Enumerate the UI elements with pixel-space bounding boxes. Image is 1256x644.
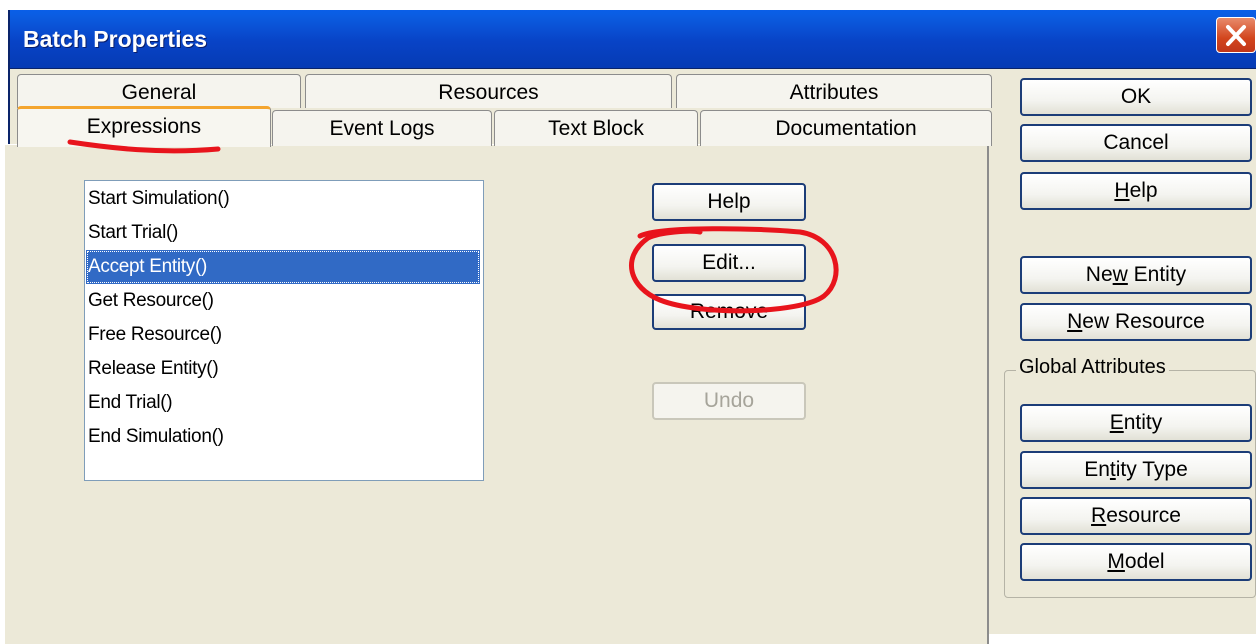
new-resource-button[interactable]: New Resource <box>1020 303 1252 341</box>
help-button[interactable]: Help <box>1020 172 1252 210</box>
entity-button[interactable]: Entity <box>1020 404 1252 442</box>
tab-attributes[interactable]: Attributes <box>676 74 992 108</box>
list-item-get-resource[interactable]: Get Resource() <box>86 284 480 318</box>
list-item-free-resource[interactable]: Free Resource() <box>86 318 480 352</box>
model-button[interactable]: Model <box>1020 543 1252 581</box>
help-button-expressions[interactable]: Help <box>652 183 806 221</box>
entity-type-button[interactable]: Entity Type <box>1020 451 1252 489</box>
resource-button[interactable]: Resource <box>1020 497 1252 535</box>
tab-general[interactable]: General <box>17 74 301 108</box>
list-item-end-trial[interactable]: End Trial() <box>86 386 480 420</box>
list-item-end-simulation[interactable]: End Simulation() <box>86 420 480 454</box>
tab-text-block[interactable]: Text Block <box>494 110 698 146</box>
tab-event-logs[interactable]: Event Logs <box>272 110 492 146</box>
remove-button[interactable]: Remove <box>652 294 806 330</box>
list-item-start-simulation[interactable]: Start Simulation() <box>86 182 480 216</box>
list-item-start-trial[interactable]: Start Trial() <box>86 216 480 250</box>
new-entity-button[interactable]: New Entity <box>1020 256 1252 294</box>
list-item-accept-entity[interactable]: Accept Entity() <box>86 250 480 284</box>
cancel-button[interactable]: Cancel <box>1020 124 1252 162</box>
ok-button[interactable]: OK <box>1020 78 1252 116</box>
tab-expressions[interactable]: Expressions <box>17 106 271 147</box>
undo-button[interactable]: Undo <box>652 382 806 420</box>
close-icon <box>1226 25 1246 46</box>
tab-documentation[interactable]: Documentation <box>700 110 992 146</box>
edit-button[interactable]: Edit... <box>652 244 806 282</box>
window-title: Batch Properties <box>23 26 208 52</box>
close-button[interactable] <box>1216 17 1256 53</box>
title-bar: Batch Properties <box>10 10 1256 69</box>
expressions-list[interactable]: Start Simulation() Start Trial() Accept … <box>84 180 484 481</box>
list-item-release-entity[interactable]: Release Entity() <box>86 352 480 386</box>
tab-resources[interactable]: Resources <box>305 74 672 108</box>
global-attributes-label: Global Attributes <box>1016 356 1169 379</box>
